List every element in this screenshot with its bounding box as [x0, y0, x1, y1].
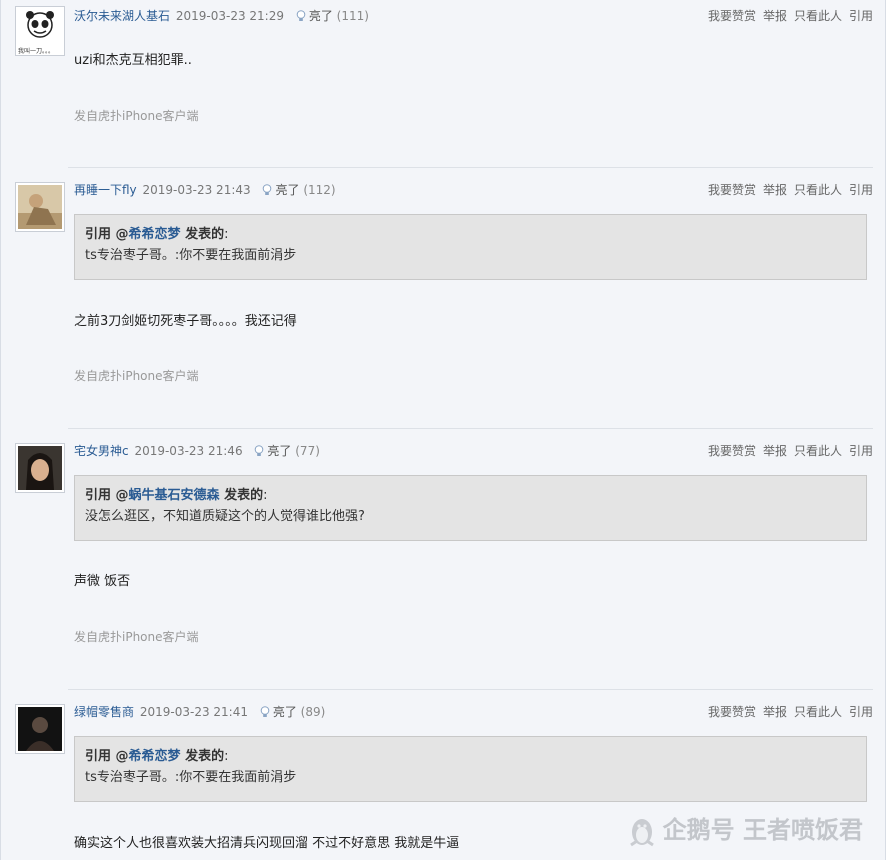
quote-suffix: 发表的: [180, 227, 225, 242]
reply-list: 我叫一刀。。。 沃尔未来湖人基石 2019-03-23 21:29 亮了 (11…: [0, 0, 886, 860]
quote-colon: :: [263, 488, 268, 503]
light-label: 亮了: [308, 9, 333, 23]
post-actions: 我要赞赏 举报 只看此人 引用: [701, 443, 873, 459]
light-count: (111): [336, 9, 369, 23]
reply-post: 再睡一下fly 2019-03-23 21:43 亮了 (112) 我要赞赏 举报…: [1, 174, 886, 429]
avatar[interactable]: [15, 182, 65, 232]
lightbulb-icon: [263, 184, 272, 195]
anime-avatar-icon: [18, 446, 62, 490]
reward-link[interactable]: 我要赞赏: [708, 444, 756, 458]
reward-link[interactable]: 我要赞赏: [708, 705, 756, 719]
report-link[interactable]: 举报: [763, 444, 787, 458]
quoted-user-link[interactable]: 希希恋梦: [129, 749, 181, 764]
only-this-user-link[interactable]: 只看此人: [794, 444, 842, 458]
post-divider: [68, 167, 873, 168]
quote-header: 引用 @希希恋梦 发表的:: [85, 225, 856, 245]
quote-link[interactable]: 引用: [849, 9, 873, 23]
post-time: 2019-03-23 21:43: [142, 183, 251, 197]
post-divider: [68, 428, 873, 429]
post-body: uzi和杰克互相犯罪..: [74, 53, 192, 68]
light-label: 亮了: [272, 705, 297, 719]
only-this-user-link[interactable]: 只看此人: [794, 705, 842, 719]
reward-link[interactable]: 我要赞赏: [708, 9, 756, 23]
reply-post: 宅女男神c 2019-03-23 21:46 亮了 (77) 我要赞赏 举报 只看此…: [1, 435, 886, 690]
penguin-icon: [629, 819, 654, 847]
watermark: 企鹅号 王者喷饭君: [627, 812, 863, 848]
light-count: (77): [295, 444, 320, 458]
post-header: 再睡一下fly 2019-03-23 21:43 亮了 (112) 我要赞赏 举报…: [74, 182, 873, 198]
quote-link[interactable]: 引用: [849, 444, 873, 458]
post-header: 绿帽零售商 2019-03-23 21:41 亮了 (89) 我要赞赏 举报 只看此…: [74, 704, 873, 720]
quote-link[interactable]: 引用: [849, 183, 873, 197]
post-divider: [68, 689, 873, 690]
post-source: 发自虎扑iPhone客户端: [74, 109, 199, 123]
photo-avatar-icon: [18, 185, 62, 229]
post-time: 2019-03-23 21:41: [139, 705, 248, 719]
light-button[interactable]: 亮了 (89): [260, 704, 325, 720]
watermark-text: 企鹅号 王者喷饭君: [662, 816, 863, 844]
post-body: 声微 饭否: [74, 574, 131, 589]
quoted-user-link[interactable]: 希希恋梦: [129, 227, 181, 242]
quote-header: 引用 @希希恋梦 发表的:: [85, 747, 856, 767]
quote-block: 引用 @希希恋梦 发表的: ts专治枣子哥。:你不要在我面前涓步: [74, 736, 867, 802]
lightbulb-icon: [296, 10, 306, 21]
username-link[interactable]: 宅女男神c: [74, 444, 129, 458]
only-this-user-link[interactable]: 只看此人: [794, 9, 842, 23]
quote-colon: :: [224, 749, 229, 764]
post-source: 发自虎扑iPhone客户端: [74, 369, 199, 383]
quote-block: 引用 @希希恋梦 发表的: ts专治枣子哥。:你不要在我面前涓步: [74, 214, 867, 280]
lightbulb-icon: [255, 445, 264, 456]
quote-suffix: 发表的: [180, 749, 225, 764]
light-label: 亮了: [267, 444, 292, 458]
post-actions: 我要赞赏 举报 只看此人 引用: [701, 8, 873, 24]
light-count: (89): [300, 705, 326, 719]
light-button[interactable]: 亮了 (112): [262, 182, 336, 198]
post-header: 沃尔未来湖人基石 2019-03-23 21:29 亮了 (111) 我要赞赏举…: [74, 8, 873, 24]
dark-photo-avatar-icon: [18, 707, 62, 751]
light-button[interactable]: 亮了 (77): [254, 443, 320, 459]
post-actions: 我要赞赏 举报 只看此人 引用: [701, 182, 873, 198]
only-this-user-link[interactable]: 只看此人: [794, 183, 842, 197]
post-body: 确实这个人也很喜欢装大招清兵闪现回溜 不过不好意思 我就是牛逼: [74, 836, 460, 851]
quote-prefix: 引用 @: [85, 488, 129, 503]
username-link[interactable]: 沃尔未来湖人基石: [74, 9, 170, 23]
report-link[interactable]: 举报: [763, 9, 787, 23]
quote-prefix: 引用 @: [85, 749, 129, 764]
quote-block: 引用 @蜗牛基石安德森 发表的: 没怎么逛区，不知道质疑这个的人觉得谁比他强?: [74, 475, 867, 541]
report-link[interactable]: 举报: [763, 705, 787, 719]
quote-colon: :: [224, 227, 229, 242]
light-label: 亮了: [275, 183, 300, 197]
avatar[interactable]: [15, 443, 65, 493]
avatar-caption: 我叫一刀。。。: [18, 48, 55, 55]
quote-text: ts专治枣子哥。:你不要在我面前涓步: [85, 770, 297, 785]
light-count: (112): [303, 183, 336, 197]
quote-text: 没怎么逛区，不知道质疑这个的人觉得谁比他强?: [85, 509, 365, 524]
quote-prefix: 引用 @: [85, 227, 129, 242]
username-link[interactable]: 再睡一下fly: [74, 183, 137, 197]
post-actions: 我要赞赏 举报 只看此人 引用: [701, 704, 873, 720]
quote-text: ts专治枣子哥。:你不要在我面前涓步: [85, 248, 297, 263]
quote-link[interactable]: 引用: [849, 705, 873, 719]
post-body: 之前3刀剑姬切死枣子哥。。。。我还记得: [74, 314, 297, 329]
reward-link[interactable]: 我要赞赏: [708, 183, 756, 197]
lightbulb-icon: [260, 706, 270, 717]
reply-post: 我叫一刀。。。 沃尔未来湖人基石 2019-03-23 21:29 亮了 (11…: [1, 0, 886, 168]
quote-header: 引用 @蜗牛基石安德森 发表的:: [85, 486, 856, 506]
post-source: 发自虎扑iPhone客户端: [74, 630, 199, 644]
post-header: 宅女男神c 2019-03-23 21:46 亮了 (77) 我要赞赏 举报 只看此…: [74, 443, 873, 459]
light-button[interactable]: 亮了 (111): [296, 8, 369, 24]
avatar[interactable]: [15, 704, 65, 754]
quoted-user-link[interactable]: 蜗牛基石安德森: [129, 488, 220, 503]
report-link[interactable]: 举报: [763, 183, 787, 197]
quote-suffix: 发表的: [219, 488, 264, 503]
post-time: 2019-03-23 21:46: [134, 444, 243, 458]
username-link[interactable]: 绿帽零售商: [74, 705, 134, 719]
post-time: 2019-03-23 21:29: [175, 9, 284, 23]
